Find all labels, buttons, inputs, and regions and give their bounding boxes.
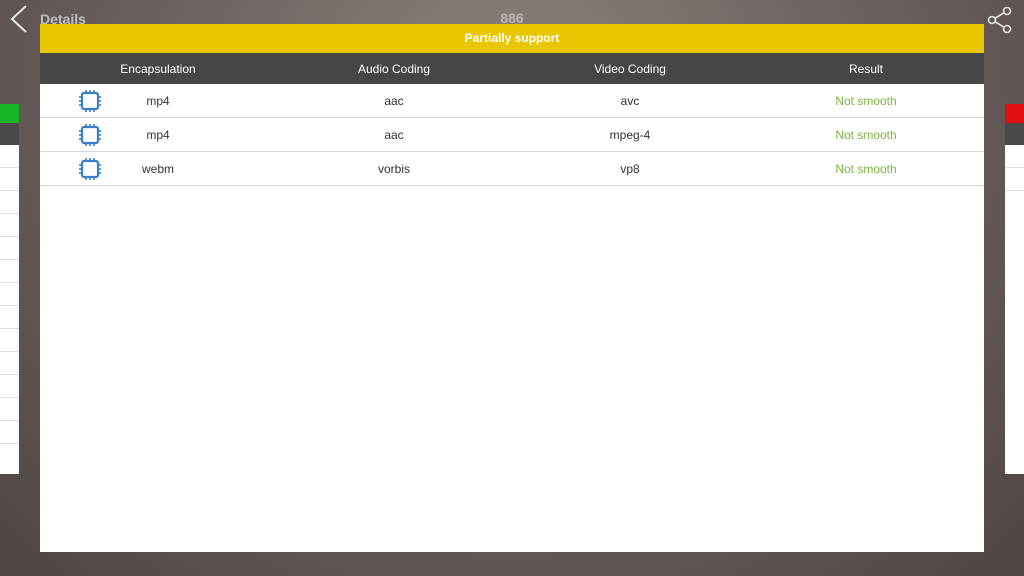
background-header: [1005, 123, 1024, 145]
status-bar-red: [1005, 104, 1024, 123]
details-dialog: Partially support Encapsulation Audio Co…: [40, 24, 984, 552]
column-video-coding: Video Coding: [594, 61, 666, 76]
cell-result: Not smooth: [835, 161, 897, 176]
cell-audio-coding: aac: [384, 127, 404, 142]
status-bar-green: [0, 104, 19, 123]
chip-icon: [79, 158, 101, 180]
chip-icon: [79, 124, 101, 146]
column-result: Result: [848, 61, 883, 76]
cell-result: Not smooth: [835, 93, 897, 108]
share-icon[interactable]: [986, 6, 1014, 34]
table-row[interactable]: mp4 aac mpeg-4 Not smooth: [40, 118, 984, 152]
column-encapsulation: Encapsulation: [120, 61, 196, 76]
cell-audio-coding: aac: [384, 93, 404, 108]
table-row[interactable]: mp4 aac avc Not smooth: [40, 84, 984, 118]
table-row[interactable]: webm vorbis vp8 Not smooth: [40, 152, 984, 186]
cell-encapsulation: mp4: [146, 127, 170, 142]
background-table-right: [1005, 104, 1024, 474]
cell-result: Not smooth: [835, 127, 897, 142]
cell-video-coding: mpeg-4: [609, 127, 651, 142]
background-header: [0, 123, 19, 145]
background-table-left: [0, 104, 19, 474]
cell-encapsulation: mp4: [146, 93, 170, 108]
dialog-header: Partially support: [40, 24, 984, 53]
cell-encapsulation: webm: [141, 161, 174, 176]
cell-video-coding: vp8: [620, 161, 640, 176]
cell-audio-coding: vorbis: [377, 161, 410, 176]
chip-icon: [79, 90, 101, 112]
column-header-row: Encapsulation Audio Coding Video Coding …: [40, 53, 984, 84]
column-audio-coding: Audio Coding: [357, 61, 431, 76]
cell-video-coding: avc: [620, 93, 640, 108]
